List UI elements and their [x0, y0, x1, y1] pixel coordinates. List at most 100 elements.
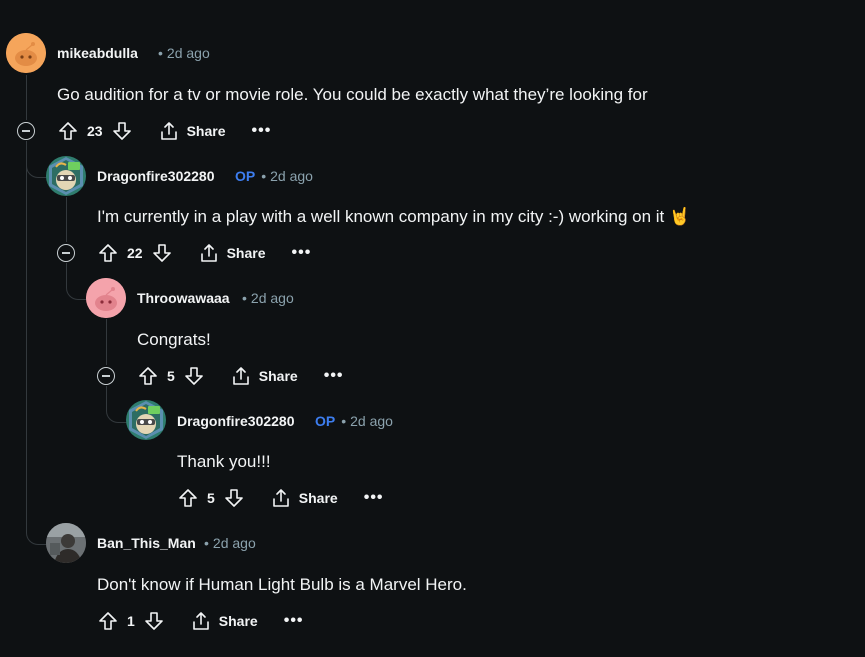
comment-author[interactable]: Ban_This_Man	[97, 535, 196, 551]
downvote-button[interactable]	[183, 365, 205, 387]
comment-body: I'm currently in a play with a well know…	[97, 207, 690, 227]
arrow-down-icon	[152, 244, 171, 262]
share-button[interactable]: Share	[159, 121, 226, 141]
comment-actions: 22 Share •••	[97, 241, 311, 265]
share-icon	[232, 367, 249, 385]
comment-actions: 23 Share •••	[57, 119, 271, 143]
downvote-button[interactable]	[111, 120, 133, 142]
meta-separator: •	[341, 413, 347, 429]
share-icon	[160, 122, 177, 140]
upvote-button[interactable]	[57, 120, 79, 142]
arrow-down-icon	[184, 367, 203, 385]
share-icon	[192, 612, 209, 630]
thread-elbow	[26, 141, 47, 178]
comment-time[interactable]: 2d ago	[167, 45, 210, 61]
avatar[interactable]	[46, 156, 86, 196]
comment-body: Thank you!!!	[177, 452, 271, 471]
arrow-up-icon	[179, 489, 197, 507]
comment-body-text: I'm currently in a play with a well know…	[97, 207, 669, 226]
meta-separator: •	[261, 168, 267, 184]
avatar[interactable]	[46, 523, 86, 563]
comment-author[interactable]: mikeabdulla	[57, 45, 138, 61]
thread-line-level-1	[26, 75, 27, 120]
orange-snoo-avatar-icon	[6, 33, 46, 73]
comment-actions: 5 Share •••	[177, 486, 384, 510]
comment-actions: 1 Share •••	[97, 609, 304, 633]
more-options-button[interactable]: •••	[252, 123, 272, 139]
thread-line-level-1	[26, 141, 27, 431]
comment-meta: OP • 2d ago	[227, 168, 313, 184]
downvote-button[interactable]	[143, 610, 165, 632]
share-label: Share	[186, 123, 226, 139]
upvote-button[interactable]	[137, 365, 159, 387]
share-icon	[200, 244, 217, 262]
pink-snoo-avatar-icon	[86, 278, 126, 318]
comment-body: Go audition for a tv or movie role. You …	[57, 85, 648, 104]
more-options-button[interactable]: •••	[324, 368, 344, 384]
arrow-down-icon	[112, 122, 131, 140]
vote-count: 5	[207, 490, 215, 506]
upvote-button[interactable]	[97, 610, 119, 632]
thread-elbow	[66, 263, 87, 300]
share-button[interactable]: Share	[271, 488, 338, 508]
collapse-thread-button[interactable]	[17, 122, 35, 140]
upvote-button[interactable]	[177, 487, 199, 509]
arrow-down-icon	[224, 489, 243, 507]
collapse-thread-button[interactable]	[97, 367, 115, 385]
comment-time[interactable]: 2d ago	[270, 168, 313, 184]
downvote-button[interactable]	[151, 242, 173, 264]
arrow-up-icon	[99, 612, 117, 630]
upvote-button[interactable]	[97, 242, 119, 264]
arrow-up-icon	[99, 244, 117, 262]
arrow-up-icon	[59, 122, 77, 140]
share-button[interactable]: Share	[191, 611, 258, 631]
comment-author[interactable]: Throowawaaa	[137, 290, 230, 306]
share-label: Share	[298, 490, 338, 506]
comment-actions: 5 Share •••	[137, 364, 344, 388]
more-options-button[interactable]: •••	[292, 245, 312, 261]
thread-line-level-3	[106, 319, 107, 365]
op-badge: OP	[315, 413, 336, 429]
more-options-button[interactable]: •••	[284, 613, 304, 629]
comment-time[interactable]: 2d ago	[251, 290, 294, 306]
cartoon-character-avatar-icon	[129, 401, 163, 439]
vote-count: 5	[167, 368, 175, 384]
meta-separator: •	[204, 535, 209, 551]
comment-meta: • 2d ago	[152, 45, 210, 61]
comment-time[interactable]: 2d ago	[350, 413, 393, 429]
downvote-button[interactable]	[223, 487, 245, 509]
avatar[interactable]	[126, 400, 166, 440]
thread-elbow	[106, 386, 127, 423]
photo-avatar-icon	[46, 523, 86, 563]
avatar[interactable]	[6, 33, 46, 73]
comment-meta: • 2d ago	[236, 290, 294, 306]
vote-count: 22	[127, 245, 143, 261]
share-button[interactable]: Share	[231, 366, 298, 386]
thread-line-level-2	[66, 197, 67, 242]
share-icon	[272, 489, 289, 507]
share-label: Share	[258, 368, 298, 384]
thread-elbow	[26, 420, 47, 545]
cartoon-character-avatar-icon	[49, 157, 83, 195]
arrow-up-icon	[139, 367, 157, 385]
op-badge: OP	[235, 168, 256, 184]
collapse-thread-button[interactable]	[57, 244, 75, 262]
comment-body: Congrats!	[137, 330, 211, 349]
comment-meta: • 2d ago	[198, 535, 256, 551]
more-options-button[interactable]: •••	[364, 490, 384, 506]
comment-author[interactable]: Dragonfire302280	[97, 168, 215, 184]
vote-count: 23	[87, 123, 103, 139]
comment-author[interactable]: Dragonfire302280	[177, 413, 295, 429]
comment-body: Don't know if Human Light Bulb is a Marv…	[97, 575, 467, 594]
avatar[interactable]	[86, 278, 126, 318]
rock-on-emoji: 🤘	[669, 207, 691, 227]
comment-meta: OP • 2d ago	[307, 413, 393, 429]
vote-count: 1	[127, 613, 135, 629]
meta-separator: •	[158, 45, 163, 61]
share-button[interactable]: Share	[199, 243, 266, 263]
meta-separator: •	[242, 290, 247, 306]
share-label: Share	[226, 245, 266, 261]
share-label: Share	[218, 613, 258, 629]
arrow-down-icon	[144, 612, 163, 630]
comment-time[interactable]: 2d ago	[213, 535, 256, 551]
